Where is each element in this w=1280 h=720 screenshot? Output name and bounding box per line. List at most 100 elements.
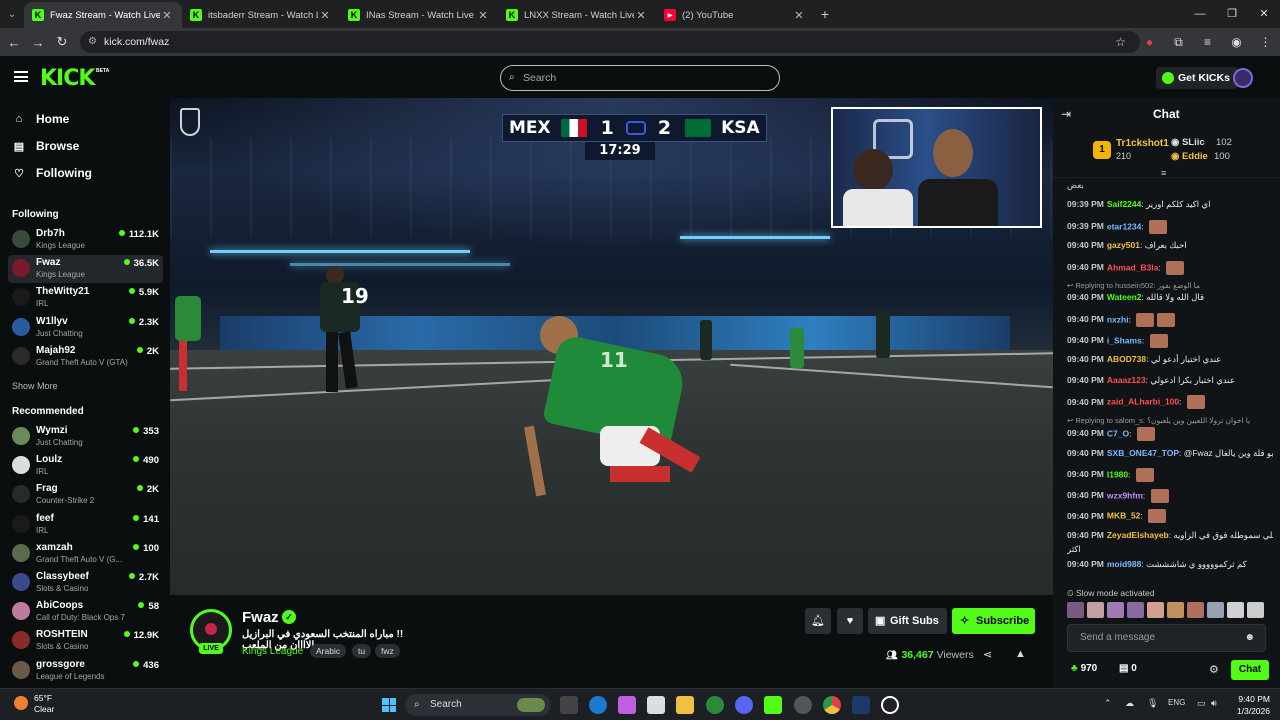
video-player[interactable]: 19 11 MEX 1 2 KSA 17:29 <box>170 98 1053 595</box>
browser-tab[interactable]: K INas Stream - Watch Live on Kick✕ <box>340 2 498 28</box>
close-tab-icon[interactable]: ✕ <box>318 9 332 22</box>
chat-message[interactable]: 09:40 PM I1980: <box>1067 468 1273 483</box>
extensions-icon[interactable]: ⧉ <box>1164 35 1193 50</box>
maximize-icon[interactable]: ❐ <box>1216 0 1248 28</box>
sidebar-channel-thewitty21[interactable]: TheWitty21 IRL 5.9K <box>8 284 163 312</box>
message-username[interactable]: etar1234 <box>1107 221 1142 231</box>
profile-icon[interactable]: ◉ <box>1222 35 1251 49</box>
emote-bar[interactable] <box>1067 602 1264 618</box>
reply-context[interactable]: ↩ Replying to salom_s: يا اخوان ترولا ال… <box>1067 416 1250 425</box>
file-explorer-icon[interactable] <box>676 696 694 714</box>
notification-bell-button[interactable]: 🔔︎ <box>805 608 831 634</box>
message-username[interactable]: gazy501 <box>1107 240 1140 250</box>
sidebar-channel-xamzah[interactable]: xamzah Grand Theft Auto V (G... 100 <box>8 540 163 568</box>
chat-message[interactable]: 09:39 PM etar1234: <box>1067 219 1273 234</box>
sidebar-channel-roshtein[interactable]: ROSHTEIN Slots & Casino 12.9K <box>8 627 163 655</box>
kick-logo[interactable]: KICK <box>40 66 95 91</box>
minimize-icon[interactable]: — <box>1184 0 1216 28</box>
network-icon[interactable]: ▭ <box>1197 698 1206 709</box>
site-info-icon[interactable]: ⚙ <box>88 31 97 53</box>
chat-message[interactable]: 09:40 PM ABOD738: عندي اختبار أدعو لي <box>1067 354 1273 365</box>
chat-input[interactable]: Send a message ☻ <box>1067 624 1266 652</box>
message-username[interactable]: ZeyadElshayeb <box>1107 530 1169 540</box>
message-username[interactable]: I1980 <box>1107 469 1128 479</box>
unreal-icon[interactable] <box>881 696 899 714</box>
sidebar-channel-w1llyv[interactable]: W1llyv Just Chatting 2.3K <box>8 314 163 342</box>
chat-message[interactable]: 09:40 PM zaid_ALharbi_100: <box>1067 395 1273 410</box>
message-username[interactable]: Ahmad_B3la <box>1107 262 1159 272</box>
subscribe-button[interactable]: ✧ Subscribe <box>952 608 1035 634</box>
channel-points[interactable]: ♣ 970 <box>1071 663 1097 674</box>
expand-leaderboard-icon[interactable]: ≡ <box>1161 168 1166 178</box>
message-username[interactable]: ABOD738 <box>1107 354 1146 364</box>
browser-tab[interactable]: K LNXX Stream - Watch Live on Kick✕ <box>498 2 656 28</box>
message-username[interactable]: Aaaaz123 <box>1107 375 1146 385</box>
forward-icon[interactable]: → <box>26 35 50 50</box>
browser-tab[interactable]: K Fwaz Stream - Watch Live on Kick✕ <box>24 2 182 28</box>
menu-icon[interactable] <box>14 71 28 82</box>
url-field[interactable]: ⚙ kick.com/fwaz <box>80 31 1140 53</box>
sidebar-channel-frag[interactable]: Frag Counter-Strike 2 2K <box>8 481 163 509</box>
chat-message[interactable]: 09:40 PM Aaaaz123: عندي اختبار بكرا ادعول… <box>1067 375 1273 386</box>
tab-search-icon[interactable]: ⌄ <box>0 0 24 28</box>
emote-icon[interactable] <box>1207 602 1224 618</box>
emote-icon[interactable] <box>1227 602 1244 618</box>
emoji-icon[interactable]: ☻ <box>1244 625 1255 651</box>
message-username[interactable]: i_Shams <box>1107 335 1142 345</box>
show-more-link[interactable]: Show More <box>12 381 58 391</box>
extension-record-icon[interactable]: ● <box>1135 35 1164 49</box>
sidebar-channel-feef[interactable]: feef IRL 141 <box>8 511 163 539</box>
chat-message[interactable]: 09:40 PM nxzhi: <box>1067 313 1273 327</box>
sidebar-channel-drb7h[interactable]: Drb7h Kings League 112.1K <box>8 226 163 254</box>
chat-message[interactable]: 09:40 PM moid988: كم ثركمووووو ي شاشششت <box>1067 559 1273 570</box>
share-icon[interactable]: ⋖ <box>983 648 992 661</box>
chat-message[interactable]: 09:40 PM i_Shams: <box>1067 333 1273 348</box>
media-controls-icon[interactable]: ≡ <box>1193 35 1222 49</box>
close-window-icon[interactable]: ✕ <box>1248 0 1280 28</box>
emote-icon[interactable] <box>1187 602 1204 618</box>
browser-menu-icon[interactable]: ⋮ <box>1251 35 1280 49</box>
emote-icon[interactable] <box>1127 602 1144 618</box>
stream-tag[interactable]: Arabic <box>310 644 347 658</box>
message-username[interactable]: MKB_52 <box>1107 511 1141 521</box>
chat-message[interactable]: 09:40 PM ZeyadElshayeb: خلي سموطله فوق في… <box>1067 530 1273 541</box>
chat-message[interactable]: 09:39 PM Saif2244: اي اكيد كلكم اوزير <box>1067 199 1273 210</box>
message-username[interactable]: SXB_ONE47_TOP <box>1107 448 1179 458</box>
copilot-icon[interactable] <box>618 696 636 714</box>
reply-context[interactable]: ↩ Replying to hussein502: ما الوضع بفوز <box>1067 281 1200 290</box>
weather-widget[interactable]: 65°F Clear <box>14 693 54 715</box>
bookmark-star-icon[interactable]: ☆ <box>1106 35 1135 49</box>
reload-icon[interactable]: ↻ <box>50 34 74 50</box>
steam-icon[interactable] <box>852 696 870 714</box>
get-kicks-button[interactable]: Get KICKs <box>1156 67 1238 89</box>
edge-icon[interactable] <box>589 696 607 714</box>
stream-tag[interactable]: fwz <box>375 644 400 658</box>
chat-message[interactable]: 09:40 PM Ahmad_B3la: <box>1067 260 1273 275</box>
app-icon[interactable] <box>794 696 812 714</box>
xbox-icon[interactable] <box>706 696 724 714</box>
chat-message[interactable]: 09:40 PM Wateen2: قال الله ولا قالله <box>1067 292 1273 303</box>
sidebar-channel-wymzi[interactable]: Wymzi Just Chatting 353 <box>8 423 163 451</box>
message-username[interactable]: nxzhi <box>1107 314 1129 324</box>
browser-tab[interactable]: ▶ (2) YouTube ✕ <box>656 2 814 28</box>
chat-message[interactable]: 09:40 PM SXB_ONE47_TOP: @Fwaz ابو فلة وين… <box>1067 448 1273 459</box>
stream-category[interactable]: Kings League <box>242 646 303 657</box>
gifts-counter[interactable]: ▤ 0 <box>1119 663 1137 674</box>
close-tab-icon[interactable]: ✕ <box>160 9 174 22</box>
message-username[interactable]: C7_O <box>1107 428 1129 438</box>
volume-icon[interactable]: 🔊︎ <box>1211 698 1217 709</box>
message-username[interactable]: moid988 <box>1107 559 1142 569</box>
search-input[interactable]: ⌕ Search <box>500 65 780 91</box>
onedrive-icon[interactable]: ☁ <box>1125 698 1134 709</box>
message-username[interactable]: zaid_ALharbi_100 <box>1107 397 1179 407</box>
chat-message[interactable]: 09:40 PM wzx9hfm: <box>1067 488 1273 503</box>
emote-icon[interactable] <box>1167 602 1184 618</box>
back-icon[interactable]: ← <box>2 35 26 50</box>
sidebar-channel-classybeef[interactable]: Classybeef Slots & Casino 2.7K <box>8 569 163 597</box>
discord-icon[interactable] <box>735 696 753 714</box>
user-avatar[interactable] <box>1233 68 1253 88</box>
tray-overflow-icon[interactable]: ⌃ <box>1104 698 1112 709</box>
sidebar-channel-majah92[interactable]: Majah92 Grand Theft Auto V (GTA) 2K <box>8 343 163 371</box>
close-tab-icon[interactable]: ✕ <box>634 9 648 22</box>
gift-subs-button[interactable]: ▣ Gift Subs <box>868 608 947 634</box>
